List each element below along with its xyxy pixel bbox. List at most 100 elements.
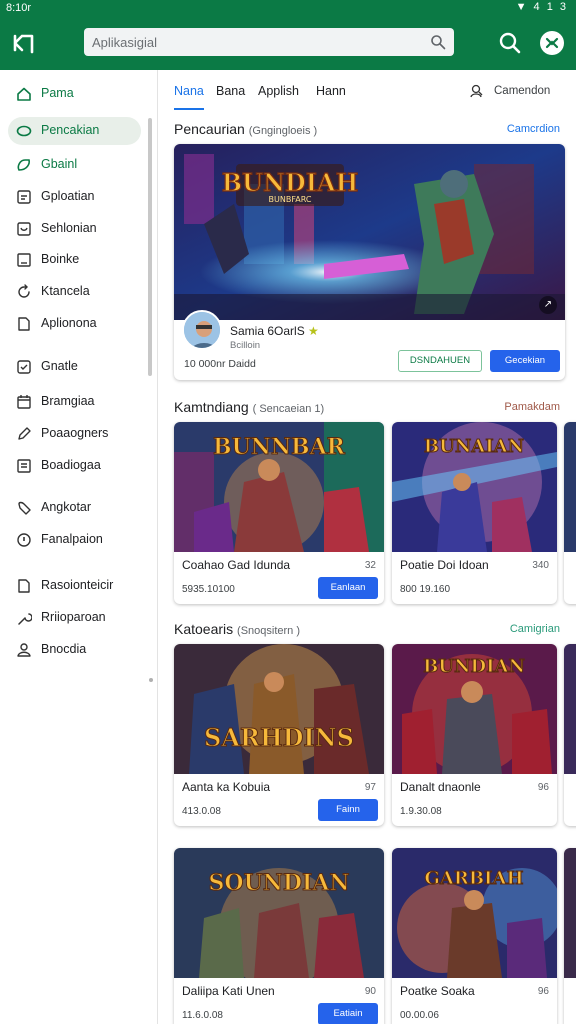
sidebar-item-label: Boadiogaa — [41, 458, 101, 472]
status-bar: 8:10r ▼ 4 1 3 — [0, 0, 576, 16]
section-subtitle: ( Sencaeian 1) — [252, 403, 325, 415]
install-button[interactable]: Eanlaan — [318, 577, 378, 599]
sidebar-item-fanalpaion[interactable]: Fanalpaion — [8, 526, 141, 554]
game-price: 11.6.0.08 — [182, 1010, 223, 1021]
sidebar-item-label: Gnatle — [41, 359, 78, 373]
game-cover-image: GARBIAH — [392, 848, 557, 978]
game-rating: 32 — [364, 560, 376, 571]
featured-meta: 10 000nr Daidd — [184, 358, 256, 370]
sidebar-item-rasoionteicir[interactable]: Rasoionteicir — [8, 572, 141, 600]
card-art-title: BUNNBAR — [213, 434, 346, 460]
sidebar-item-rriioparoan[interactable]: Rriioparoan — [8, 604, 141, 632]
sidebar-item-pama[interactable]: Pama — [8, 80, 141, 108]
game-title: Danalt dnaonle — [400, 780, 481, 794]
account-icon[interactable] — [470, 84, 484, 98]
home-icon — [17, 87, 31, 101]
sidebar-item-poaaogners[interactable]: Poaaogners — [8, 420, 141, 448]
sidebar-item-label: Bramgiaa — [41, 394, 95, 408]
sidebar-item-pencakian[interactable]: Pencakian — [8, 117, 141, 145]
game-price: 00.00.06 — [400, 1010, 439, 1021]
featured-secondary-button[interactable]: DSNDAHUEN — [398, 350, 482, 372]
sidebar-item-gploatian[interactable]: Gploatian — [8, 183, 141, 211]
sidebar-item-label: Boinke — [41, 252, 80, 266]
featured-avatar — [182, 310, 222, 350]
game-card[interactable]: BUNNBAR Coahao Gad Idunda 32 5935.10100 … — [174, 422, 384, 604]
star-icon: ★ — [308, 324, 319, 338]
game-card[interactable]: SARHDINS Aanta ka Kobuia 97 413.0.08 Fai… — [174, 644, 384, 826]
sidebar-item-aplionona[interactable]: Aplionona — [8, 310, 141, 338]
book-icon — [17, 253, 31, 267]
folder-icon — [17, 459, 31, 473]
section-subtitle: (Snoqsitern ) — [237, 625, 301, 637]
featured-art-title: BUNDIAH — [222, 168, 359, 197]
sidebar-item-label: Ktancela — [41, 284, 90, 298]
game-cover-image — [564, 644, 576, 774]
game-title: Daliipa Kati Unen — [182, 984, 275, 998]
game-title: Coahao Gad Idunda — [182, 558, 291, 572]
sidebar-item-label: Poaaogners — [41, 426, 109, 440]
edit-icon — [18, 427, 31, 440]
search-icon — [16, 125, 32, 137]
game-card[interactable]: GARBIAH Poatke Soaka 96 00.00.06 — [392, 848, 557, 1024]
featured-card[interactable]: BUNDIAH BUNBFARC ↗ Samia 6OarlS ★ Bcillo… — [174, 144, 565, 380]
chat-icon — [17, 222, 31, 236]
sidebar-item-angkotar[interactable]: Angkotar — [8, 494, 141, 522]
sidebar-item-label: Aplionona — [41, 316, 97, 330]
sidebar: Pama Pencakian Gbainl Gploatian Sehlonia… — [0, 70, 158, 1024]
search-input[interactable] — [92, 32, 412, 52]
tab-applish[interactable]: Applish — [258, 84, 299, 110]
sidebar-item-boadiogaa[interactable]: Boadiogaa — [8, 452, 141, 480]
sidebar-item-label: Pencakian — [41, 123, 100, 137]
featured-primary-button[interactable]: Gecekian — [490, 350, 560, 372]
section-link-row1[interactable]: Pamakdam — [504, 401, 560, 413]
sidebar-item-ktancela[interactable]: Ktancela — [8, 278, 141, 306]
account-label[interactable]: Camendon — [494, 85, 550, 97]
section-title-text: Katoearis — [174, 621, 234, 637]
featured-art-subtitle: BUNBFARC — [269, 195, 312, 204]
search-bar[interactable] — [84, 28, 454, 56]
tab-hann[interactable]: Hann — [316, 84, 346, 110]
game-cover-image: BUNDIAN — [392, 644, 557, 774]
game-card-peek[interactable] — [564, 422, 576, 604]
tab-nana[interactable]: Nana — [174, 84, 204, 110]
game-title: Aanta ka Kobuia — [182, 780, 271, 794]
game-price: 5935.10100 — [182, 584, 235, 595]
sidebar-item-label: Angkotar — [41, 500, 92, 514]
install-button[interactable]: Eatiain — [318, 1003, 378, 1024]
tag-icon — [18, 501, 31, 515]
game-cover-image: BUNAIAN — [392, 422, 557, 552]
main-content: Nana Bana Applish Hann Camendon Pencauri… — [158, 70, 576, 1024]
sidebar-scrollbar[interactable] — [148, 118, 152, 376]
section-link-featured[interactable]: Camcrdion — [507, 123, 560, 135]
info-icon — [17, 533, 31, 547]
share-icon[interactable]: ↗ — [539, 296, 557, 314]
game-card[interactable]: SOUNDIAN Daliipa Kati Unen 90 11.6.0.08 … — [174, 848, 384, 1024]
sidebar-item-label: Fanalpaion — [41, 532, 103, 546]
sidebar-item-boinke[interactable]: Boinke — [8, 246, 141, 274]
game-card[interactable]: BUNAIAN Poatie Doi Idoan 340 800 19.160 — [392, 422, 557, 604]
profile-button[interactable] — [540, 31, 564, 55]
sidebar-item-gbainl[interactable]: Gbainl — [8, 151, 141, 179]
featured-developer: Bcilloin — [230, 340, 261, 351]
back-button[interactable] — [10, 30, 38, 58]
status-time: 8:10r — [6, 2, 32, 14]
tab-bana[interactable]: Bana — [216, 84, 245, 110]
header-search-icon[interactable] — [498, 31, 522, 55]
game-card-peek[interactable] — [564, 848, 576, 1024]
sidebar-item-sehlonian[interactable]: Sehlonian — [8, 215, 141, 243]
game-rating: 96 — [537, 782, 549, 793]
search-icon[interactable] — [430, 34, 446, 50]
sidebar-item-bramgiaa[interactable]: Bramgiaa — [8, 388, 141, 416]
game-title: Poatke Soaka — [400, 984, 475, 998]
sidebar-scroll-dot — [149, 678, 153, 682]
install-button[interactable]: Fainn — [318, 799, 378, 821]
person-icon — [17, 643, 31, 657]
sidebar-item-bnocdia[interactable]: Bnocdia — [8, 636, 141, 664]
sidebar-item-gnatle[interactable]: Gnatle — [8, 353, 141, 381]
section-title-row2: Katoearis (Snoqsitern ) — [174, 621, 300, 637]
game-card[interactable]: BUNDIAN Danalt dnaonle 96 1.9.30.08 — [392, 644, 557, 826]
section-link-row2[interactable]: Camigrian — [510, 623, 560, 635]
section-title-text: Kamtndiang — [174, 399, 249, 415]
section-subtitle: (Gngingloeis ) — [248, 125, 318, 137]
game-card-peek[interactable] — [564, 644, 576, 826]
